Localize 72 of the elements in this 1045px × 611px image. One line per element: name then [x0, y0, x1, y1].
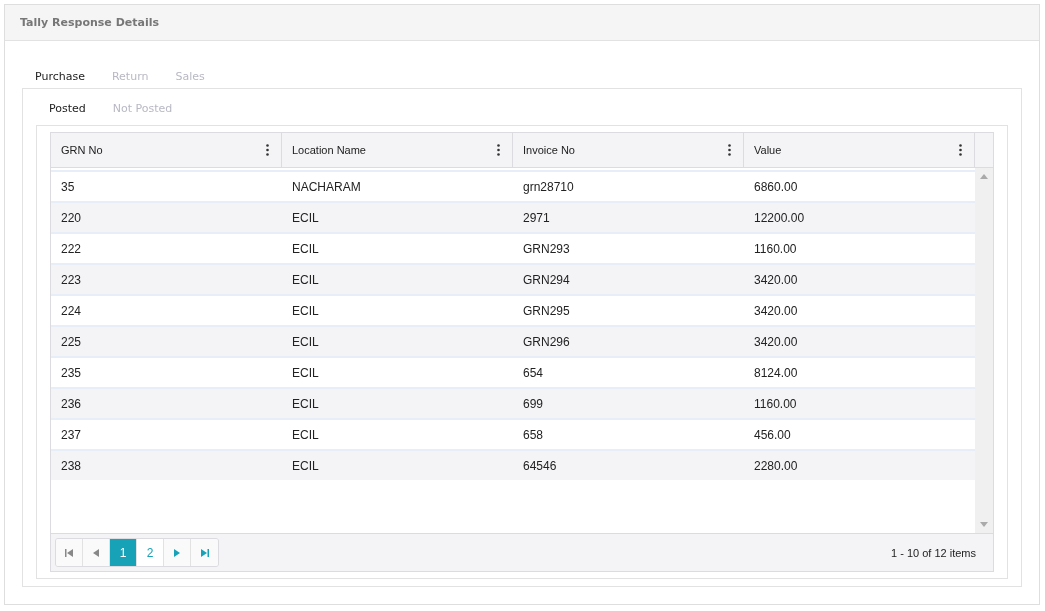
table-cell-text: NACHARAM [291, 178, 362, 196]
table-cell-text: 235 [60, 364, 83, 382]
table-cell-text: 238 [60, 457, 83, 475]
table-cell-text: 654 [522, 364, 545, 382]
prev-page-button[interactable] [83, 539, 110, 566]
table-cell-text: 3420.00 [753, 302, 799, 320]
table-cell-text: 1160.00 [753, 240, 798, 258]
table-cell-text: 6860.00 [753, 178, 799, 196]
column-title: Location Name [292, 144, 366, 156]
scroll-up-icon [980, 174, 988, 179]
table-cell-text: ECIL [291, 333, 320, 351]
column-title: Value [754, 144, 782, 156]
table-cell-text: GRN294 [522, 271, 571, 289]
table-cell-text: 225 [60, 333, 83, 351]
more-vertical-icon[interactable] [266, 144, 269, 156]
table-cell-text: GRN295 [522, 302, 571, 320]
first-page-icon [65, 548, 73, 557]
table-cell-text: 237 [60, 426, 83, 444]
table-cell-text: ECIL [291, 395, 320, 413]
table-cell-text: 236 [60, 395, 83, 413]
table-cell-text: ECIL [291, 457, 320, 475]
table-row[interactable]: 225 ECIL GRN296 3420.00 [51, 325, 975, 356]
more-vertical-icon[interactable] [728, 144, 731, 156]
column-title: Invoice No [523, 144, 575, 156]
table-cell-text: 1160.00 [753, 395, 798, 413]
last-page-icon [200, 548, 209, 557]
table-cell-text: 2280.00 [753, 457, 799, 475]
table-cell-text: 3420.00 [753, 333, 799, 351]
table-cell-text: 12200.00 [753, 209, 806, 227]
column-header[interactable]: GRN No [51, 133, 282, 167]
table-row[interactable]: 220 ECIL 2971 12200.00 [51, 201, 975, 232]
table-cell-text: 224 [60, 302, 83, 320]
tab[interactable]: Posted [49, 101, 86, 115]
pager-info: 1 - 10 of 12 items [891, 546, 976, 559]
table-cell-text: 2971 [522, 209, 551, 227]
column-title: GRN No [61, 144, 103, 156]
table-cell-text: GRN293 [522, 240, 571, 258]
last-page-button[interactable] [191, 539, 218, 566]
table-cell-text: 223 [60, 271, 83, 289]
table-cell-text: ECIL [291, 364, 320, 382]
table-cell-text: ECIL [291, 302, 320, 320]
table-cell-text: GRN296 [522, 333, 571, 351]
table-cell-text: ECIL [291, 271, 320, 289]
more-vertical-icon[interactable] [497, 144, 500, 156]
table-row[interactable]: 238 ECIL 64546 2280.00 [51, 449, 975, 480]
table-cell-text: 220 [60, 209, 83, 227]
tab[interactable]: Purchase [35, 70, 85, 83]
table-cell-text: ECIL [291, 209, 320, 227]
panel-title: Tally Response Details [5, 5, 1039, 41]
table-cell-text: 3420.00 [753, 271, 799, 289]
table-cell-text: 64546 [522, 457, 558, 475]
next-page-button[interactable] [164, 539, 191, 566]
table-cell-text: 222 [60, 240, 83, 258]
first-page-button[interactable] [56, 539, 83, 566]
column-header[interactable]: Location Name [282, 133, 513, 167]
table-cell-text: ECIL [291, 426, 320, 444]
table-cell-text: 699 [522, 395, 545, 413]
table-cell-text: 35 [60, 178, 76, 196]
scrollbar[interactable] [975, 168, 993, 533]
table-row[interactable]: 223 ECIL GRN294 3420.00 [51, 263, 975, 294]
table-row[interactable]: 236 ECIL 699 1160.00 [51, 387, 975, 418]
column-header[interactable]: Value [744, 133, 975, 167]
more-vertical-icon[interactable] [959, 144, 962, 156]
caret-left-icon [93, 548, 99, 557]
table-cell-text: ECIL [291, 240, 320, 258]
scroll-down-icon [980, 522, 988, 527]
table-cell-text: 8124.00 [753, 364, 799, 382]
table-cell-text: 456.00 [753, 426, 792, 444]
table-cell-text: 658 [522, 426, 545, 444]
caret-right-icon [174, 548, 180, 557]
table-cell-text: grn28710 [522, 178, 575, 196]
column-header[interactable]: Invoice No [513, 133, 744, 167]
